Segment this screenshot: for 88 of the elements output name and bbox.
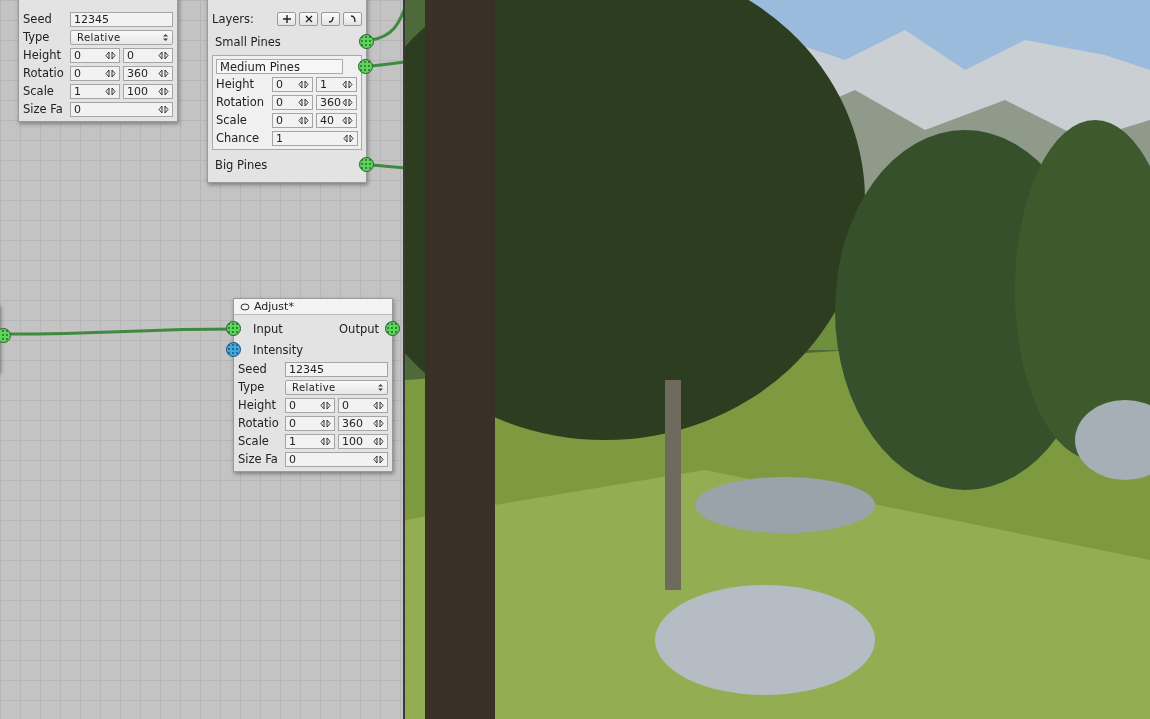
- text-field[interactable]: 12345: [285, 361, 388, 377]
- wire: [370, 60, 403, 68]
- number-field[interactable]: 0: [272, 76, 313, 92]
- field-label: Seed: [238, 362, 268, 376]
- close-icon: [303, 14, 314, 24]
- field-label: Scale: [23, 84, 55, 98]
- drag-arrows-icon: [298, 97, 309, 107]
- drag-arrows-icon: [158, 68, 169, 78]
- field-label: Chance: [216, 131, 261, 145]
- number-field[interactable]: 0: [285, 451, 388, 467]
- layer-item[interactable]: Small Pines: [215, 35, 359, 49]
- drag-arrows-icon: [298, 79, 309, 89]
- add-layer-button[interactable]: [277, 12, 296, 26]
- drag-arrows-icon: [342, 97, 353, 107]
- number-field[interactable]: 40: [316, 112, 357, 128]
- field-label: Rotation: [216, 95, 266, 109]
- field-label: Height: [238, 398, 277, 412]
- number-field[interactable]: 0: [272, 94, 313, 110]
- number-field[interactable]: 1: [272, 130, 358, 146]
- field-label: Height: [23, 48, 62, 62]
- field-label: Type: [238, 380, 266, 394]
- field-label: Size Fa: [238, 452, 279, 466]
- node-header[interactable]: Adjust*: [234, 299, 392, 315]
- plus-icon: [281, 14, 292, 24]
- port-label: Input: [253, 321, 283, 336]
- field-label: Scale: [216, 113, 248, 127]
- field-label: Rotatio: [23, 66, 65, 80]
- drag-arrows-icon: [342, 79, 353, 89]
- drag-arrows-icon: [373, 418, 384, 428]
- drag-arrows-icon: [373, 454, 384, 464]
- drag-arrows-icon: [343, 133, 354, 143]
- number-field[interactable]: 0: [285, 397, 335, 413]
- field-label: Height: [216, 77, 255, 91]
- drag-arrows-icon: [105, 68, 116, 78]
- number-field[interactable]: 1: [70, 83, 120, 99]
- number-field[interactable]: 0: [70, 47, 120, 63]
- field-label: Rotatio: [238, 416, 280, 430]
- number-field[interactable]: 100: [123, 83, 173, 99]
- node-title: Adjust*: [254, 300, 294, 313]
- drag-arrows-icon: [158, 50, 169, 60]
- remove-layer-button[interactable]: [299, 12, 318, 26]
- output-port[interactable]: [358, 59, 373, 74]
- drag-arrows-icon: [105, 50, 116, 60]
- port-label: Output: [339, 321, 379, 336]
- drag-arrows-icon: [342, 115, 353, 125]
- number-field[interactable]: 360: [338, 415, 388, 431]
- output-port[interactable]: [359, 157, 374, 172]
- circle-icon: [240, 302, 250, 311]
- move-up-button[interactable]: [321, 12, 340, 26]
- updown-icon: [162, 32, 169, 42]
- layer-name-field[interactable]: Medium Pines: [216, 59, 343, 74]
- drag-arrows-icon: [320, 400, 331, 410]
- drag-arrows-icon: [158, 104, 169, 114]
- number-field[interactable]: 360: [123, 65, 173, 81]
- field-label: Seed: [23, 12, 53, 26]
- field-label: Layers:: [212, 12, 255, 26]
- number-field[interactable]: 1: [316, 76, 357, 92]
- number-field[interactable]: 360: [316, 94, 357, 110]
- drag-arrows-icon: [105, 86, 116, 96]
- number-field[interactable]: 0: [70, 101, 173, 117]
- dropdown[interactable]: Relative: [70, 29, 173, 45]
- number-field[interactable]: 0: [272, 112, 313, 128]
- drag-arrows-icon: [320, 418, 331, 428]
- text-field[interactable]: 12345: [70, 11, 173, 27]
- input-port[interactable]: [226, 321, 241, 336]
- number-field[interactable]: 0: [285, 415, 335, 431]
- number-field[interactable]: 0: [338, 397, 388, 413]
- field-label: Size Fa: [23, 102, 64, 116]
- layer-item[interactable]: Big Pines: [215, 158, 359, 172]
- move-down-button[interactable]: [343, 12, 362, 26]
- drag-arrows-icon: [158, 86, 169, 96]
- field-label: Scale: [238, 434, 270, 448]
- drag-arrows-icon: [298, 115, 309, 125]
- drag-arrows-icon: [320, 436, 331, 446]
- updown-icon: [377, 382, 384, 392]
- output-port[interactable]: [359, 34, 374, 49]
- drag-arrows-icon: [373, 436, 384, 446]
- drag-arrows-icon: [373, 400, 384, 410]
- dropdown[interactable]: Relative: [285, 379, 388, 395]
- number-field[interactable]: 0: [70, 65, 120, 81]
- number-field[interactable]: 0: [123, 47, 173, 63]
- port-label: Intensity: [253, 342, 304, 357]
- output-port[interactable]: [0, 328, 11, 343]
- output-port[interactable]: [385, 321, 400, 336]
- number-field[interactable]: 100: [338, 433, 388, 449]
- number-field[interactable]: 1: [285, 433, 335, 449]
- field-label: Type: [23, 30, 51, 44]
- input-port[interactable]: [226, 342, 241, 357]
